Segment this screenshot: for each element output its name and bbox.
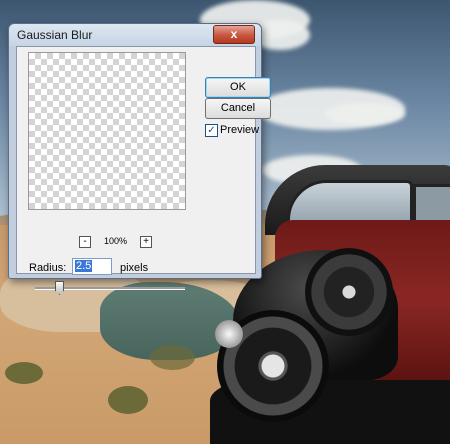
radius-input[interactable]: 2.5 [72,258,112,275]
close-button[interactable]: x [213,25,255,44]
checkmark-icon: ✓ [207,125,216,136]
bush [150,345,195,370]
dialog-body: - 100% + OK Cancel ✓ Preview Radius: 2.5… [16,46,271,275]
bush [108,386,148,414]
plus-icon: + [143,236,149,247]
zoom-in-button[interactable]: + [140,236,152,248]
cloud [325,103,405,125]
zoom-level: 100% [104,236,128,246]
zoom-out-button[interactable]: - [79,236,91,248]
car-headlamp [215,320,243,348]
gaussian-blur-dialog: Gaussian Blur x - 100% + OK Cancel ✓ Pre… [8,23,271,295]
car-wheel [305,248,393,336]
radius-value: 2.5 [75,260,93,272]
blur-preview[interactable] [28,52,186,210]
bush [5,362,43,384]
radius-unit: pixels [120,262,149,274]
preview-label[interactable]: Preview [220,124,259,136]
dialog-titlebar[interactable]: Gaussian Blur x [9,24,261,46]
minus-icon: - [83,236,87,247]
close-icon: x [230,27,238,41]
dialog-title: Gaussian Blur [17,28,93,42]
preview-checkbox[interactable]: ✓ [205,124,218,137]
radius-label: Radius: [29,262,67,274]
ok-button[interactable]: OK [205,77,271,98]
cancel-button[interactable]: Cancel [205,98,271,119]
